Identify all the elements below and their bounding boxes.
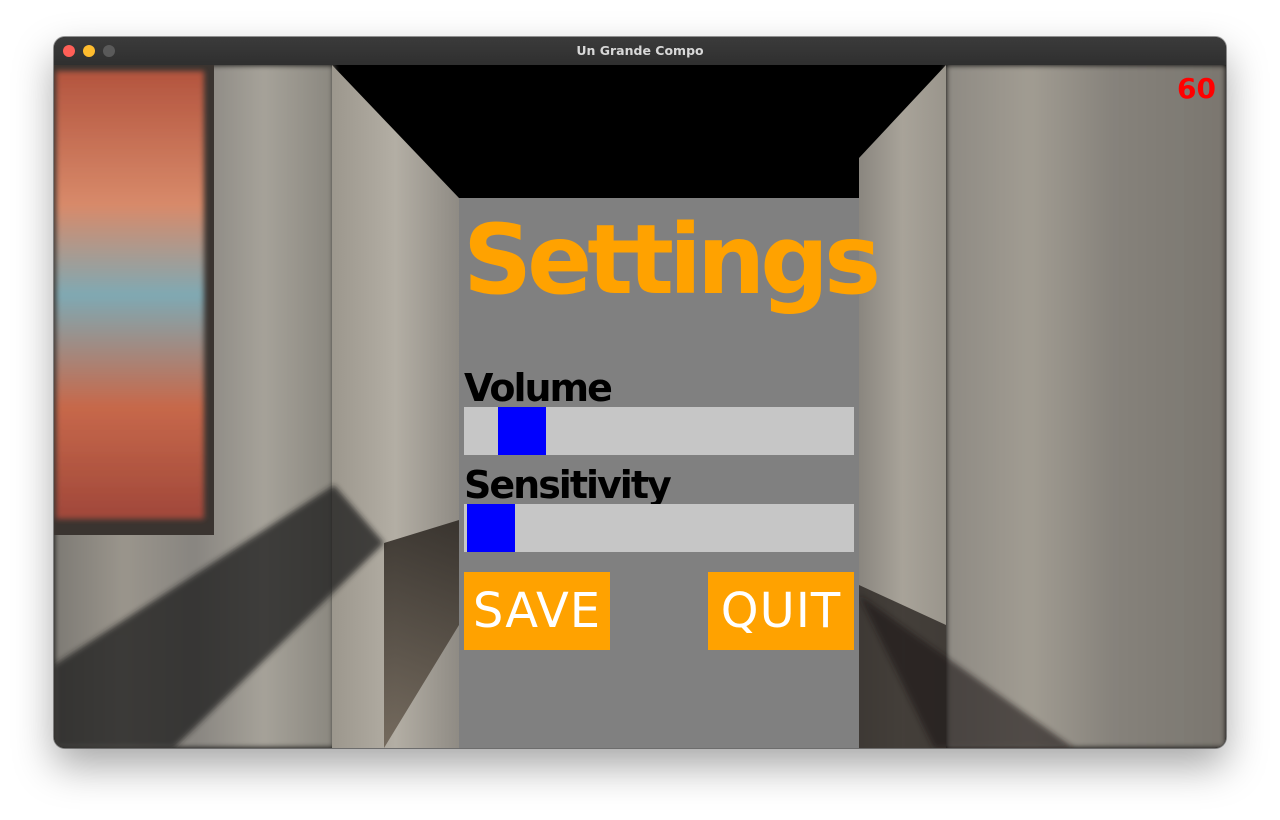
game-viewport[interactable]: 60 Settings Volume Sensitivity SAVE QUIT	[54, 65, 1226, 748]
fps-counter: 60	[1177, 72, 1216, 105]
settings-title: Settings	[463, 204, 881, 316]
volume-slider[interactable]	[464, 407, 854, 455]
save-button[interactable]: SAVE	[464, 572, 610, 650]
sensitivity-slider-thumb[interactable]	[467, 504, 515, 552]
volume-slider-thumb[interactable]	[498, 407, 546, 455]
sensitivity-slider[interactable]	[464, 504, 854, 552]
sensitivity-label: Sensitivity	[464, 463, 672, 507]
quit-button[interactable]: QUIT	[708, 572, 854, 650]
title-bar[interactable]: Un Grande Compo	[54, 37, 1226, 66]
game-window: Un Grande Compo 60 Settings Volume Sensi…	[54, 37, 1226, 748]
volume-label: Volume	[464, 366, 613, 410]
settings-panel: Settings Volume Sensitivity SAVE QUIT	[459, 198, 881, 748]
window-title: Un Grande Compo	[576, 43, 704, 58]
